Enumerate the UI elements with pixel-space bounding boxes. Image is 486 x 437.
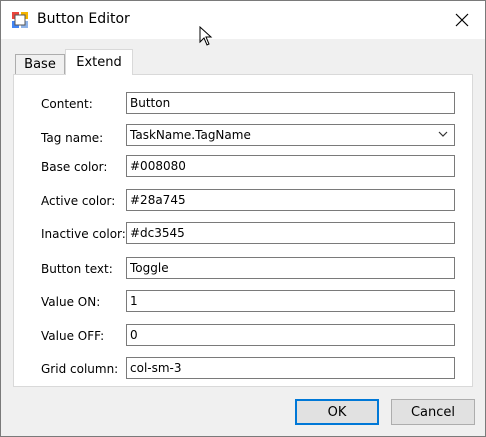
inactive-color-input[interactable]: [126, 222, 455, 244]
title-bar[interactable]: Button Editor: [1, 1, 485, 39]
tag-name-label: Tag name:: [41, 131, 104, 145]
tab-extend-label: Extend: [76, 55, 122, 70]
value-on-input[interactable]: [126, 290, 455, 312]
tab-strip: Base Extend: [13, 49, 473, 75]
active-color-label: Active color:: [41, 194, 116, 208]
app-icon: [12, 12, 28, 28]
inactive-color-label: Inactive color:: [41, 227, 126, 241]
cursor-icon: [199, 26, 213, 46]
tag-name-value: TaskName.TagName: [130, 128, 251, 142]
tab-extend[interactable]: Extend: [65, 49, 133, 75]
active-color-input[interactable]: [126, 189, 455, 211]
close-icon: [455, 13, 469, 27]
value-off-label: Value OFF:: [41, 329, 105, 343]
grid-column-label: Grid column:: [41, 362, 119, 376]
chevron-down-icon: [438, 131, 448, 137]
close-button[interactable]: [439, 1, 485, 39]
tag-name-select[interactable]: TaskName.TagName: [126, 124, 455, 146]
button-editor-dialog: Button Editor Base Extend Content: Tag n…: [0, 0, 486, 437]
content-label: Content:: [41, 97, 93, 111]
grid-column-input[interactable]: [126, 357, 455, 379]
value-off-input[interactable]: [126, 324, 455, 346]
tab-base-label: Base: [24, 57, 56, 72]
cancel-button[interactable]: Cancel: [391, 399, 475, 425]
button-text-label: Button text:: [41, 262, 113, 276]
window-title: Button Editor: [37, 11, 130, 27]
base-color-input[interactable]: [126, 155, 455, 177]
content-input[interactable]: [126, 92, 455, 114]
ok-button[interactable]: OK: [295, 399, 379, 425]
tab-base[interactable]: Base: [15, 54, 65, 74]
value-on-label: Value ON:: [41, 295, 101, 309]
ok-button-label: OK: [327, 404, 347, 420]
base-color-label: Base color:: [41, 160, 108, 174]
cancel-button-label: Cancel: [410, 404, 456, 420]
button-text-input[interactable]: [126, 257, 455, 279]
